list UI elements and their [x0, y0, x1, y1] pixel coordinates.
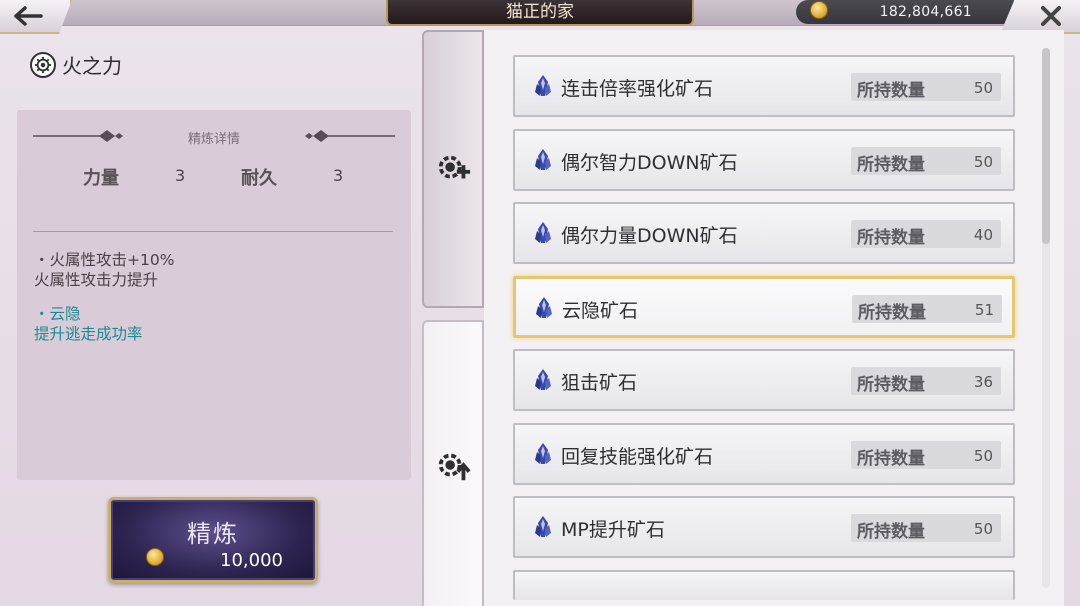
quantity-label: 所持数量: [857, 154, 925, 175]
ore-list-item[interactable]: 偶尔智力DOWN矿石 所持数量 50: [513, 128, 1015, 191]
gear-up-arrow-icon: [438, 453, 471, 481]
quantity-value: 50: [973, 446, 993, 465]
tab-add-ore[interactable]: [422, 30, 484, 308]
effect-description: 提升逃走成功率: [34, 325, 143, 343]
crystal-ore-icon: [535, 369, 551, 390]
quantity-box: 所持数量 50: [851, 146, 1001, 175]
crystal-ore-icon: [535, 442, 551, 464]
currency-display: 182,804,661: [796, 0, 1014, 24]
effect-fire: ・火属性攻击+10% 火属性攻击力提升: [34, 250, 174, 290]
ore-list-item[interactable]: MP提升矿石 所持数量 50: [513, 496, 1015, 558]
quantity-label: 所持数量: [858, 302, 926, 323]
quantity-box: 所持数量 50: [851, 440, 1001, 469]
coin-icon: [146, 548, 164, 566]
refine-details-card: 精炼详情 力量 3 耐久 3 ・火属性攻击+10% 火属性攻击力提升 ・云隐 提…: [17, 110, 411, 480]
ore-name: 偶尔智力DOWN矿石: [561, 151, 738, 174]
crystal-ore-icon: [535, 222, 551, 243]
ore-list-item-partial[interactable]: [513, 569, 1015, 600]
quantity-value: 40: [973, 226, 993, 244]
quantity-label: 所持数量: [857, 375, 925, 395]
tab-upgrade-ore[interactable]: [422, 320, 484, 606]
back-button[interactable]: [0, 0, 72, 34]
crystal-ore-icon: [535, 75, 551, 96]
divider: [33, 231, 393, 232]
quantity-box: 所持数量 50: [851, 514, 1001, 542]
ornament-icon: [305, 130, 395, 142]
tab-column: [422, 30, 484, 606]
quantity-box: 所持数量 50: [851, 73, 1001, 101]
quantity-value: 36: [973, 373, 993, 391]
ore-name: 云隐矿石: [562, 299, 639, 322]
arrow-left-icon: [14, 6, 43, 26]
scrollbar-thumb[interactable]: [1042, 48, 1050, 244]
stat-row: 力量 3 耐久 3: [17, 164, 411, 194]
refine-cost: 10,000: [220, 550, 283, 571]
crystal-ore-icon: [535, 148, 551, 170]
skill-header: 火之力: [30, 50, 122, 79]
quantity-value: 50: [973, 520, 993, 538]
gear-plus-icon: [438, 155, 471, 179]
stat-label-durability: 耐久: [241, 168, 277, 189]
crystal-ore-icon: [535, 516, 551, 537]
quantity-box: 所持数量 36: [851, 367, 1001, 395]
effect-title: ・云隐: [34, 305, 81, 323]
refine-button-label: 精炼: [187, 520, 239, 548]
ore-list-item[interactable]: 狙击矿石 所持数量 36: [513, 349, 1015, 411]
effect-cloud: ・云隐 提升逃走成功率: [34, 304, 143, 344]
page-title: 猫正的家: [386, 0, 694, 26]
quantity-box: 所持数量 51: [852, 294, 1002, 323]
ore-name: 狙击矿石: [561, 372, 638, 394]
quantity-label: 所持数量: [857, 522, 925, 542]
quantity-label: 所持数量: [857, 228, 925, 248]
ore-name: MP提升矿石: [561, 519, 665, 541]
currency-amount: 182,804,661: [879, 4, 972, 20]
ore-list-item[interactable]: 云隐矿石 所持数量 51: [513, 275, 1015, 338]
ore-list-item[interactable]: 偶尔力量DOWN矿石 所持数量 40: [513, 202, 1015, 264]
crystal-ore-icon: [536, 296, 552, 318]
quantity-label: 所持数量: [857, 81, 925, 101]
ore-list-item[interactable]: 连击倍率强化矿石 所持数量 50: [513, 55, 1015, 117]
quantity-value: 50: [973, 79, 993, 97]
quantity-value: 51: [974, 300, 994, 319]
effect-description: 火属性攻击力提升: [34, 271, 159, 289]
gear-icon: [30, 51, 56, 78]
coin-icon: [810, 1, 828, 19]
ore-name: 偶尔力量DOWN矿石: [561, 225, 738, 247]
refine-button[interactable]: 精炼 10,000: [108, 497, 318, 583]
ore-name: 连击倍率强化矿石: [561, 78, 714, 100]
quantity-value: 50: [973, 152, 993, 171]
quantity-box: 所持数量 40: [851, 220, 1001, 248]
stat-label-strength: 力量: [83, 168, 119, 189]
quantity-label: 所持数量: [857, 448, 925, 469]
skill-name: 火之力: [62, 54, 122, 78]
ore-name: 回复技能强化矿石: [561, 445, 714, 468]
close-icon: [1041, 6, 1061, 26]
stat-value-durability: 3: [333, 166, 344, 185]
stat-value-strength: 3: [175, 166, 186, 185]
ore-list-item[interactable]: 回复技能强化矿石 所持数量 50: [513, 422, 1015, 485]
effect-title: ・火属性攻击+10%: [34, 251, 175, 269]
